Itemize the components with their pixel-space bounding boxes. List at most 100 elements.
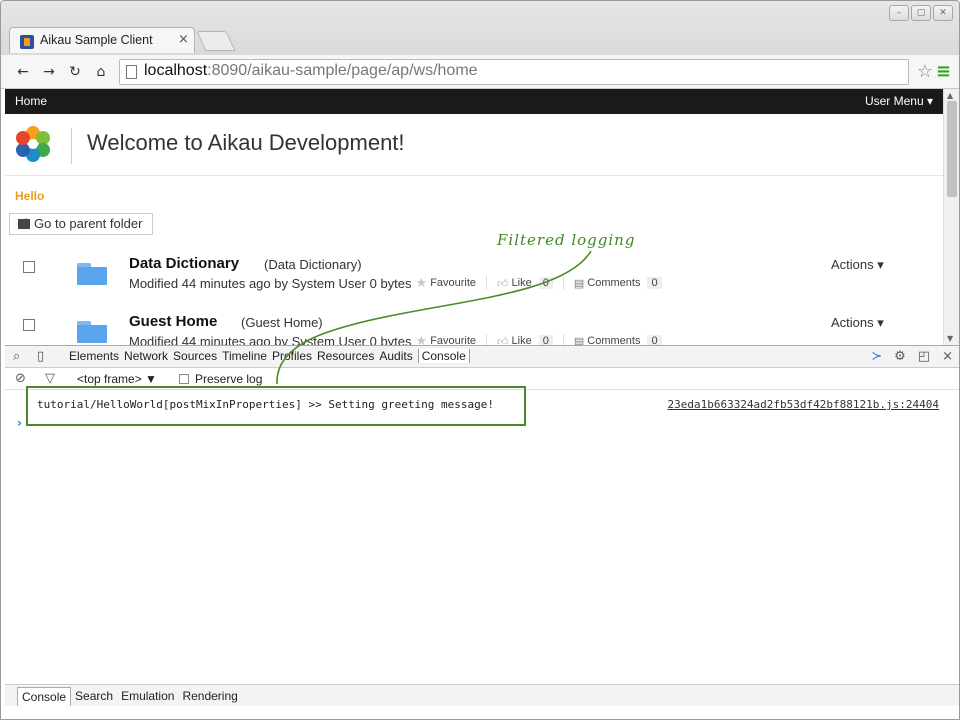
inspect-search-icon[interactable]: ⌕ [13,349,20,364]
log-source-link[interactable]: 23eda1b663324ad2fb53df42bf88121b.js:2440… [667,398,939,411]
page-title: Welcome to Aikau Development! [87,130,405,155]
tab-title: Aikau Sample Client [40,33,153,47]
favourite-toggle[interactable]: ★ Favourite [416,333,477,345]
header-divider [71,128,72,164]
reload-icon[interactable]: ↻ [65,62,85,82]
address-bar[interactable]: localhost:8090/aikau-sample/page/ap/ws/h… [119,59,909,85]
tab-sources[interactable]: Sources [173,349,217,363]
tab-resources[interactable]: Resources [317,349,374,363]
comments-link[interactable]: ▤ Comments 0 [574,277,662,290]
select-checkbox[interactable] [23,319,35,331]
thumbs-up-icon: 👍︎ [497,277,509,290]
bookmark-star-icon[interactable]: ☆ [917,61,933,82]
like-toggle[interactable]: 👍︎ Like 0 [497,335,553,346]
console-log-entry: tutorial/HelloWorld[postMixInProperties]… [5,394,959,414]
list-item: Data Dictionary (Data Dictionary) Modifi… [5,255,943,315]
annotation-label: Filtered logging [497,231,636,249]
home-icon[interactable]: ⌂ [91,62,111,82]
comments-label: Comments [587,277,641,289]
modified-text: Modified 44 minutes ago by System User 0… [129,333,412,346]
filter-icon[interactable]: ▽ [45,371,55,386]
tab-elements[interactable]: Elements [69,349,119,363]
actions-menu[interactable]: Actions ▾ [831,315,884,331]
tab-close-button[interactable]: × [178,32,189,47]
folder-icon [77,321,107,343]
chrome-menu-icon[interactable]: ≡ [936,61,951,82]
comments-count: 0 [647,277,662,289]
drawer-tab-rendering[interactable]: Rendering [178,687,241,706]
minimize-button[interactable]: – [889,5,909,21]
favourite-toggle[interactable]: ★ Favourite [416,275,477,291]
home-menu-item[interactable]: Home [15,94,47,108]
page-scrollbar[interactable]: ▲ ▼ [943,89,959,345]
devtools-tabs: Elements Network Sources Timeline Profil… [69,349,470,363]
tab-strip: Aikau Sample Client × – ▢ ✕ [1,1,959,59]
drawer-tab-search[interactable]: Search [71,687,117,706]
divider [486,334,488,345]
actions-menu[interactable]: Actions ▾ [831,257,884,273]
close-devtools-icon[interactable]: × [942,349,953,364]
console-toolbar: ⊘ ▽ <top frame> ▼ Preserve log [5,368,959,390]
new-tab-button[interactable] [196,31,236,51]
browser-tab[interactable]: Aikau Sample Client × [9,27,195,53]
dock-icon[interactable]: ◰ [918,349,930,364]
hello-text: Hello [15,189,45,203]
comment-icon: ▤ [573,277,585,290]
tab-profiles[interactable]: Profiles [272,349,312,363]
document-title: (Guest Home) [241,315,323,330]
tab-console[interactable]: Console [417,349,470,363]
comments-link[interactable]: ▤ Comments 0 [573,335,662,346]
close-window-button[interactable]: ✕ [933,5,953,21]
forward-arrow-icon[interactable]: → [39,62,59,82]
comment-icon: ▤ [573,335,585,346]
star-icon: ★ [415,333,428,345]
select-checkbox[interactable] [23,261,35,273]
device-mode-icon[interactable]: ▯ [37,349,44,364]
go-to-parent-button[interactable]: Go to parent folder [9,213,154,235]
url-text[interactable]: localhost:8090/aikau-sample/page/ap/ws/h… [144,62,478,80]
document-name[interactable]: Guest Home [129,313,217,330]
scroll-thumb[interactable] [947,101,957,197]
back-arrow-icon[interactable]: ← [13,62,33,82]
divider [562,334,564,345]
drawer-tab-emulation[interactable]: Emulation [117,687,178,706]
tab-network[interactable]: Network [124,349,168,363]
clear-console-icon[interactable]: ⊘ [15,371,26,386]
go-to-parent-label: Go to parent folder [34,216,143,231]
browser-window: Aikau Sample Client × – ▢ ✕ ← → ↻ ⌂ loca… [0,0,960,720]
drawer-tabs: Console Search Emulation Rendering [17,687,242,706]
alfresco-logo-icon [16,126,50,162]
tab-audits[interactable]: Audits [379,349,412,363]
page-viewport: Home User Menu ▾ Welcome to Aikau Develo… [5,89,943,345]
devtools-panel: ⌕ ▯ Elements Network Sources Timeline Pr… [5,345,959,717]
comments-count: 0 [647,335,662,345]
favourite-label: Favourite [430,335,477,345]
divider [486,276,488,290]
devtools-drawer: Console Search Emulation Rendering [5,684,959,706]
log-message: tutorial/HelloWorld[postMixInProperties]… [37,398,494,411]
page-header: Welcome to Aikau Development! [5,114,943,176]
browser-toolbar: ← → ↻ ⌂ localhost:8090/aikau-sample/page… [1,55,959,89]
like-toggle[interactable]: 👍︎ Like 0 [497,277,553,290]
show-drawer-icon[interactable]: ≻ [871,349,882,364]
document-meta: Modified 44 minutes ago by System User 0… [129,333,662,345]
tab-timeline[interactable]: Timeline [222,349,267,363]
modified-text: Modified 44 minutes ago by System User 0… [129,275,412,291]
scroll-down-icon[interactable]: ▼ [947,334,953,343]
drawer-tab-console[interactable]: Console [17,687,72,706]
devtools-controls: ≻ ⚙ ◰ × [871,349,953,364]
maximize-button[interactable]: ▢ [911,5,931,21]
document-name[interactable]: Data Dictionary [129,255,239,272]
list-item: Guest Home (Guest Home) Modified 44 minu… [5,313,943,345]
document-meta: Modified 44 minutes ago by System User 0… [129,275,662,291]
console-input[interactable] [31,416,931,432]
preserve-log-checkbox[interactable] [179,374,189,384]
star-icon: ★ [415,275,428,290]
scroll-up-icon[interactable]: ▲ [947,91,953,100]
comments-label: Comments [587,335,641,345]
settings-gear-icon[interactable]: ⚙ [894,349,906,364]
frame-select[interactable]: <top frame> ▼ [77,372,157,386]
user-menu[interactable]: User Menu ▾ [865,94,933,108]
thumbs-up-icon: 👍︎ [497,335,509,346]
preserve-log-label: Preserve log [195,372,263,386]
